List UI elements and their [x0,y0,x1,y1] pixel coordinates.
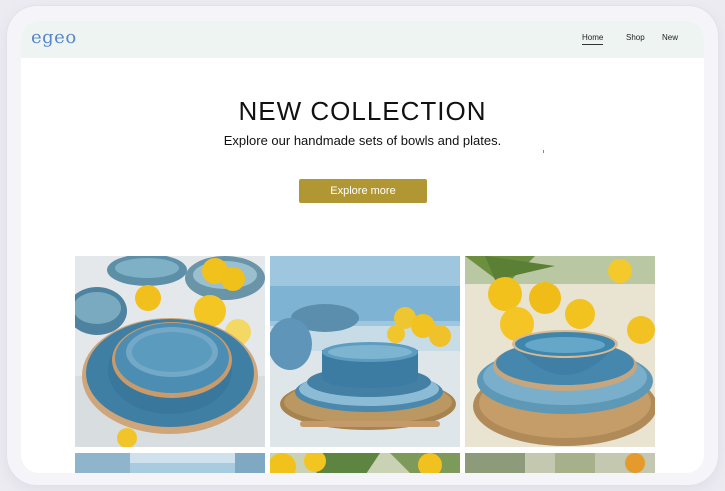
photo-garden-image [465,453,655,473]
top-navbar: egeo Home Shop New [21,21,704,58]
photo-stacked-set-image [270,256,460,447]
hero-subtitle: Explore our handmade sets of bowls and p… [223,133,502,148]
explore-more-button[interactable]: Explore more [299,179,427,203]
gallery-photo-stacked-set[interactable] [270,256,460,447]
brand-logo[interactable]: egeo [31,27,77,48]
text-cursor-mark [543,150,544,153]
gallery-photo-bowl-on-mat[interactable] [465,256,655,447]
gallery-photo-garden[interactable] [465,453,655,473]
photo-bowl-on-mat-image [465,256,655,447]
photo-bowls-lemons-image [75,256,265,447]
nav-shop-link[interactable]: Shop [626,33,645,42]
nav-home-link[interactable]: Home [582,33,604,45]
gallery-photo-sea-view[interactable] [75,453,265,473]
gallery-photo-bowls-lemons[interactable] [75,256,265,447]
gallery-photo-lemon-branch[interactable] [270,453,460,473]
nav-new-link[interactable]: New [662,33,678,42]
photo-lemon-branch-image [270,453,460,473]
hero-title: NEW COLLECTION [238,96,487,126]
browser-screen: egeo Home Shop New NEW COLLECTION Explor… [21,21,704,473]
photo-sea-view-image [75,453,265,473]
device-frame: egeo Home Shop New NEW COLLECTION Explor… [7,6,718,485]
